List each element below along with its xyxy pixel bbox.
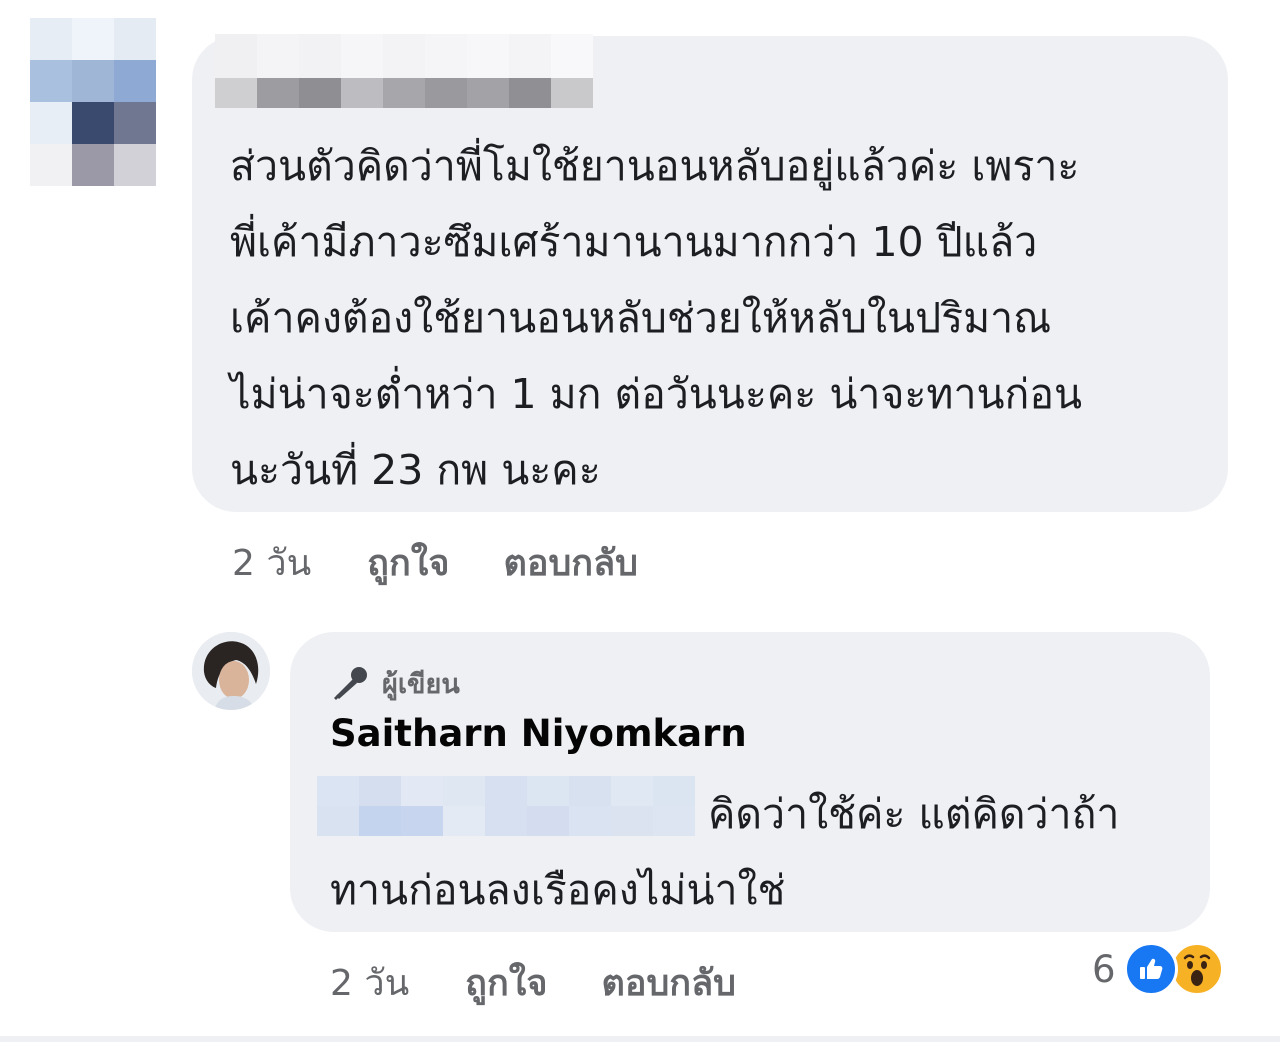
like-button[interactable]: ถูกใจ [465,954,547,1011]
surprised-face-icon [1174,947,1219,991]
reply-actions: 2 วัน ถูกใจ ตอบกลับ [330,954,736,1011]
reply-button[interactable]: ตอบกลับ [503,534,638,591]
author-badge: ผู้เขียน [330,662,460,705]
reaction-summary[interactable]: 6 [1092,942,1224,996]
reaction-count: 6 [1092,947,1116,991]
comment-time[interactable]: 2 วัน [232,534,311,591]
avatar[interactable] [192,632,270,710]
microphone-icon [334,666,367,700]
reply-button[interactable]: ตอบกลับ [601,954,736,1011]
blurred-commenter-name[interactable] [215,78,593,108]
comment-thread: ส่วนตัวคิดว่าพี่โมใช้ยานอนหลับอยู่แล้วค่… [0,0,1280,1042]
like-button[interactable]: ถูกใจ [367,534,449,591]
comment-text: ส่วนตัวคิดว่าพี่โมใช้ยานอนหลับอยู่แล้วค่… [230,142,1082,494]
blurred-avatar[interactable] [30,18,156,186]
comment-actions: 2 วัน ถูกใจ ตอบกลับ [232,534,638,591]
wow-reaction-icon [1169,942,1224,996]
reply-time[interactable]: 2 วัน [330,954,409,1011]
reply-text: คิดว่าใช้ค่ะ แต่คิดว่าถ้าทานก่อนลงเรือคง… [330,790,1120,914]
author-photo [192,632,270,710]
thumbs-up-icon [1139,958,1162,979]
divider [0,1036,1280,1042]
like-reaction-icon [1123,942,1178,996]
blurred-name-top [215,34,593,78]
reply-author-name[interactable]: Saitharn Niyomkarn [330,712,747,755]
author-badge-label: ผู้เขียน [382,669,460,700]
